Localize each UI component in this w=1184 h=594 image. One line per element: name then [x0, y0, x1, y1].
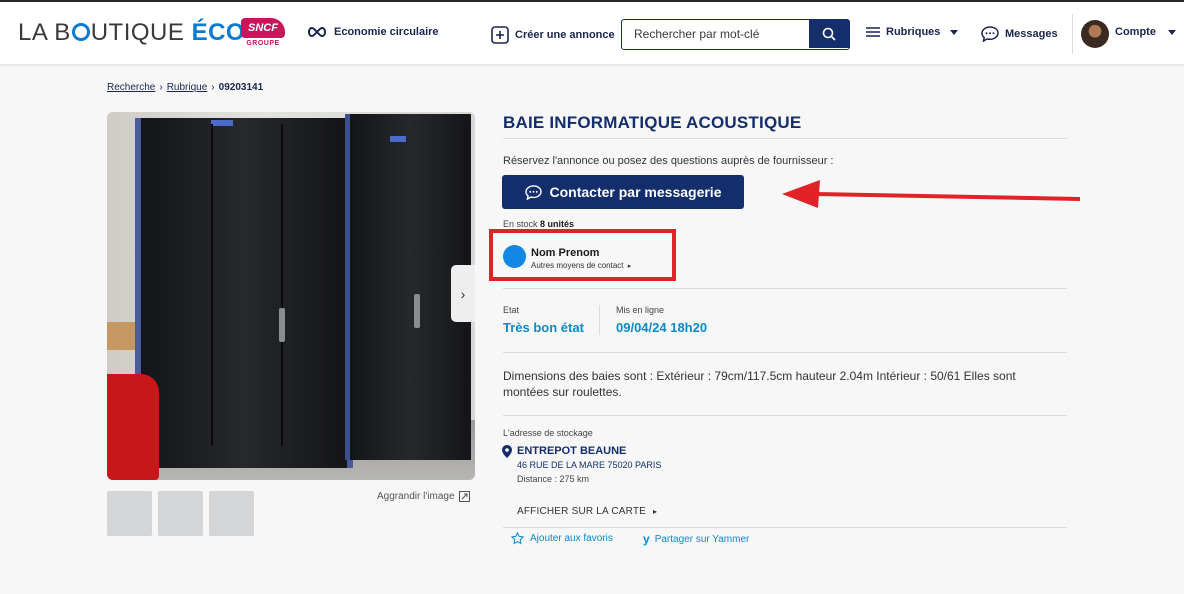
nav-account-label: Compte [1115, 26, 1156, 38]
nav-create-listing[interactable]: Créer une annonce [491, 26, 615, 44]
plus-square-icon [491, 26, 509, 44]
logo-prefix: LA B [18, 19, 71, 46]
thumbnail-3[interactable] [209, 491, 254, 536]
storage-address-label: L'adresse de stockage [503, 428, 593, 438]
breadcrumb: Recherche › Rubrique › 09203141 [107, 82, 263, 93]
partner-logo-sub: GROUPE [246, 40, 280, 47]
favorites-label: Ajouter aux favoris [530, 533, 613, 544]
partner-logo: SNCF GROUPE [241, 18, 285, 50]
search-button[interactable] [809, 20, 849, 48]
seller-avatar[interactable] [503, 245, 526, 268]
online-label: Mis en ligne [616, 305, 665, 315]
caret-right-icon: ▸ [627, 263, 632, 270]
chevron-right-icon: › [211, 82, 215, 93]
breadcrumb-rubrique[interactable]: Rubrique [167, 82, 208, 93]
site-logo[interactable]: LA B UTIQUE ÉCO [18, 19, 245, 47]
other-contact-label: Autres moyens de contact [531, 261, 624, 270]
chevron-right-icon: › [159, 82, 163, 93]
add-to-favorites-link[interactable]: Ajouter aux favoris [511, 532, 613, 545]
divider [503, 352, 1067, 353]
yammer-icon: y [643, 532, 650, 546]
chat-icon [524, 184, 542, 200]
account-avatar[interactable] [1081, 20, 1109, 48]
search-icon [822, 27, 836, 41]
yammer-label: Partager sur Yammer [654, 533, 750, 545]
logo-accent: ÉCO [191, 19, 246, 46]
storage-distance: Distance : 275 km [517, 474, 590, 484]
storage-street: 46 RUE DE LA MARE 75020 PARIS [517, 460, 662, 470]
menu-icon [866, 27, 880, 37]
annotation-arrow [782, 180, 1081, 208]
nav-create-label: Créer une annonce [515, 29, 615, 41]
expand-icon [458, 491, 470, 502]
share-yammer-link[interactable]: y Partager sur Yammer [643, 532, 749, 546]
listing-description: Dimensions des baies sont : Extérieur : … [503, 369, 1016, 399]
search-bar [621, 19, 850, 50]
thumbnail-2[interactable] [158, 491, 203, 536]
nav-rubriques-label: Rubriques [886, 26, 941, 38]
nav-economie-circulaire[interactable]: Economie circulaire [306, 26, 439, 38]
nav-messages[interactable]: Messages [981, 26, 1058, 42]
seller-name[interactable]: Nom Prenom [531, 247, 599, 259]
thumbnail-1[interactable] [107, 491, 152, 536]
header-divider [1072, 14, 1073, 54]
field-divider [599, 305, 600, 335]
product-main-image[interactable] [107, 112, 475, 480]
divider [503, 415, 1067, 416]
logo-suffix: UTIQUE [90, 19, 185, 46]
stock-prefix: En stock [503, 219, 538, 229]
breadcrumb-search[interactable]: Recherche [107, 82, 155, 93]
divider [503, 527, 1067, 528]
cardboard-box [107, 322, 135, 350]
storage-name: ENTREPOT BEAUNE [517, 445, 627, 457]
show-on-map-label: AFFICHER SUR LA CARTE [517, 506, 647, 517]
infinity-icon [308, 26, 326, 38]
search-input[interactable] [622, 20, 810, 48]
breadcrumb-current: 09203141 [218, 82, 264, 93]
contact-button-label: Contacter par messagerie [549, 184, 722, 200]
caret-down-icon [950, 29, 959, 35]
top-header: LA B UTIQUE ÉCO SNCF GROUPE Economie circ… [0, 0, 1184, 64]
nav-messages-label: Messages [1005, 28, 1058, 40]
caret-right-icon: ▸ [653, 507, 658, 516]
chevron-right-icon: › [460, 285, 466, 302]
show-on-map-link[interactable]: AFFICHER SUR LA CARTE ▸ [517, 506, 657, 517]
nav-rubriques[interactable]: Rubriques [866, 26, 959, 38]
state-value: Très bon état [503, 320, 584, 335]
stock-value: 8 unités [540, 219, 575, 229]
online-value: 09/04/24 18h20 [616, 320, 708, 335]
divider [503, 138, 1067, 139]
listing-title: BAIE INFORMATIQUE ACOUSTIQUE [503, 113, 802, 132]
reserve-text: Réservez l'annonce ou posez des question… [503, 155, 834, 167]
divider [503, 288, 1067, 289]
logo-o-ring [71, 23, 90, 41]
stock-info: En stock 8 unités [503, 219, 574, 229]
next-image-button[interactable]: › [451, 265, 475, 322]
contact-by-message-button[interactable]: Contacter par messagerie [502, 175, 744, 209]
enlarge-image-link[interactable]: Aggrandir l'image [377, 491, 470, 502]
nav-account[interactable]: Compte [1115, 26, 1176, 38]
state-label: Etat [503, 305, 520, 315]
enlarge-label: Aggrandir l'image [377, 491, 455, 502]
caret-down-icon [1167, 29, 1176, 35]
chat-icon [981, 26, 999, 42]
star-icon [511, 532, 524, 545]
pin-icon [502, 445, 512, 458]
nav-eco-label: Economie circulaire [334, 26, 439, 38]
partner-logo-mark: SNCF [241, 18, 285, 38]
red-chair [107, 374, 159, 480]
server-rack-left [135, 118, 353, 468]
other-contact-link[interactable]: Autres moyens de contact ▸ [531, 261, 631, 270]
